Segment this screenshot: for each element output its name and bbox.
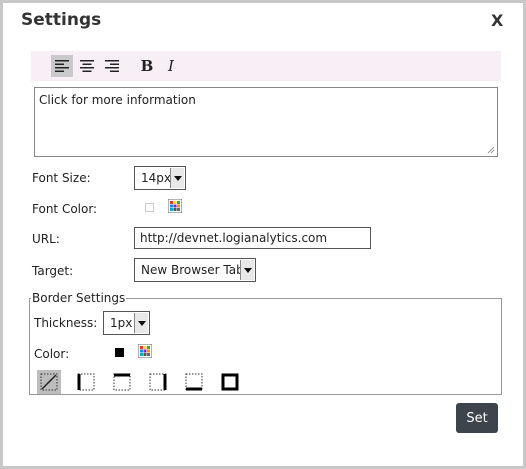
border-settings-group	[29, 298, 502, 395]
url-label: URL:	[32, 232, 60, 246]
dialog-title: Settings	[21, 10, 102, 30]
thickness-label: Thickness:	[34, 316, 98, 330]
border-right-button[interactable]	[146, 370, 170, 394]
url-input[interactable]: http://devnet.logianalytics.com	[134, 227, 371, 249]
target-label: Target:	[32, 264, 74, 278]
border-none-button[interactable]	[37, 370, 61, 394]
align-left-icon	[55, 60, 69, 72]
font-color-swatch[interactable]	[145, 203, 154, 212]
font-size-value: 14px	[141, 171, 171, 185]
font-size-select[interactable]: 14px	[134, 166, 186, 190]
thickness-select[interactable]: 1px	[103, 311, 150, 335]
border-right-icon	[149, 373, 167, 391]
text-editor[interactable]: Click for more information	[34, 87, 498, 157]
border-settings-legend: Border Settings	[31, 291, 127, 305]
font-size-label: Font Size:	[32, 171, 91, 185]
border-color-swatch[interactable]	[115, 348, 124, 357]
set-button[interactable]: Set	[456, 403, 498, 433]
border-top-button[interactable]	[110, 370, 134, 394]
border-bottom-icon	[185, 373, 203, 391]
align-right-icon	[105, 60, 119, 72]
close-button[interactable]: X	[491, 11, 503, 30]
thickness-value: 1px	[110, 316, 133, 330]
border-left-icon	[77, 373, 95, 391]
italic-button[interactable]: I	[160, 55, 182, 77]
resize-handle-icon[interactable]	[487, 146, 495, 154]
font-color-label: Font Color:	[32, 202, 98, 216]
align-center-button[interactable]	[76, 55, 98, 77]
align-left-button[interactable]	[51, 55, 73, 77]
border-none-icon	[40, 373, 58, 391]
chevron-down-icon	[134, 313, 148, 333]
target-value: New Browser Tab	[141, 263, 244, 277]
color-palette-icon[interactable]	[168, 199, 182, 213]
border-all-button[interactable]	[218, 370, 242, 394]
align-right-button[interactable]	[101, 55, 123, 77]
border-top-icon	[113, 373, 131, 391]
border-bottom-button[interactable]	[182, 370, 206, 394]
border-color-label: Color:	[34, 347, 70, 361]
border-all-icon	[221, 373, 239, 391]
align-center-icon	[80, 60, 94, 72]
format-toolbar: B I	[31, 51, 501, 81]
chevron-down-icon	[240, 260, 254, 280]
editor-text: Click for more information	[39, 93, 196, 107]
bold-button[interactable]: B	[136, 55, 158, 77]
chevron-down-icon	[170, 168, 184, 188]
target-select[interactable]: New Browser Tab	[134, 258, 256, 282]
border-left-button[interactable]	[74, 370, 98, 394]
color-palette-icon[interactable]	[138, 344, 152, 358]
